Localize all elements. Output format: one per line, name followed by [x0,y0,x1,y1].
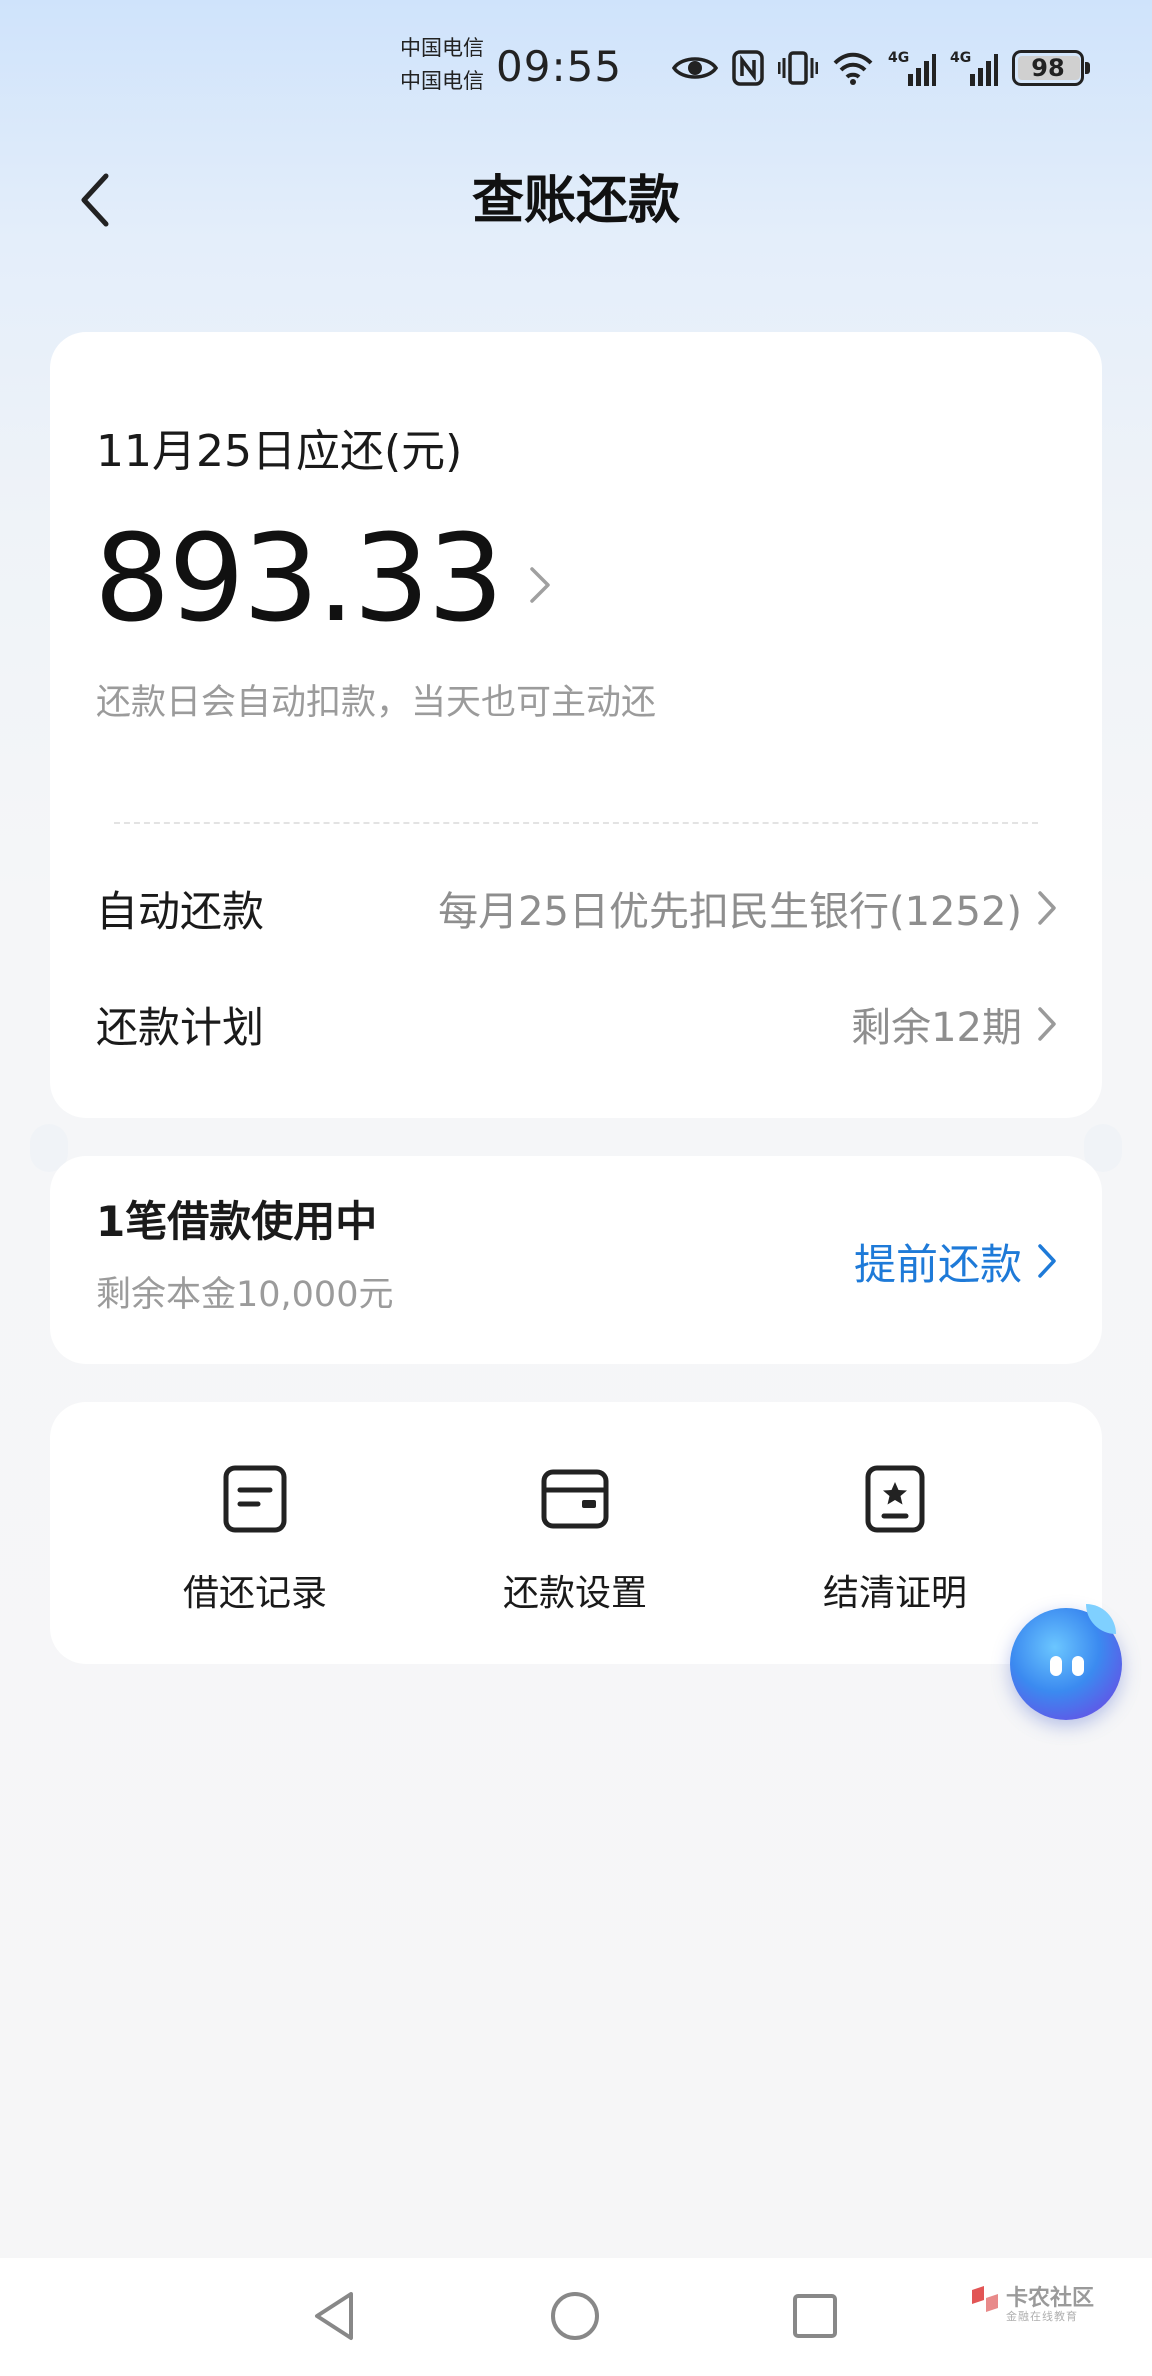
eye-icon [672,57,718,79]
assistant-button[interactable] [1010,1604,1122,1720]
due-date-label: 11月25日应还(元) [96,426,463,477]
action-label: 还款设置 [502,1573,647,1614]
prepay-button[interactable]: 提前还款 [854,1226,1058,1296]
loan-card: 1笔借款使用中 剩余本金10,000元 提前还款 [50,1156,1102,1364]
action-label: 借还记录 [182,1573,327,1614]
svg-text:4G: 4G [888,50,909,66]
action-records[interactable]: 借还记录 [145,1464,365,1624]
svg-text:4G: 4G [950,50,971,66]
chevron-right-icon [1038,891,1056,925]
battery-level: 98 [1031,54,1065,82]
status-time: 09:55 [496,42,623,91]
record-icon [223,1465,287,1533]
chevron-right-icon [530,567,550,603]
due-note: 还款日会自动扣款，当天也可主动还 [96,683,657,723]
watermark-logo-icon [972,2286,998,2312]
due-amount-link[interactable]: 893.33 [94,510,552,650]
ticket-divider [114,822,1038,824]
assistant-tuft [1086,1604,1116,1634]
actions-card: 借还记录 还款设置 结清证明 [50,1402,1102,1664]
certificate-icon [865,1465,925,1533]
auto-repay-value: 每月25日优先扣民生银行(1252) [438,889,1022,935]
status-icons: 4G 4G 98 [672,44,1090,92]
nav-recent-icon[interactable] [785,2286,845,2346]
loan-remaining-principal: 剩余本金10,000元 [96,1275,394,1315]
page-title: 查账还款 [471,171,680,231]
action-label: 结清证明 [822,1573,967,1614]
nav-back-icon[interactable] [305,2286,365,2346]
status-bar: 中国电信 中国电信 09:55 4G 4G 98 [0,0,1152,140]
vibrate-icon [778,51,818,85]
loan-title: 1笔借款使用中 [96,1197,378,1246]
repay-plan-label: 还款计划 [96,1002,265,1052]
watermark-sub: 金融在线教育 [1006,2310,1078,2323]
carrier-2: 中国电信 [400,69,484,93]
repay-plan-value: 剩余12期 [851,1005,1022,1051]
assistant-eye-left [1050,1656,1062,1676]
auto-repay-label: 自动还款 [96,886,265,936]
assistant-eye-right [1072,1656,1084,1676]
prepay-label: 提前还款 [853,1239,1022,1289]
repay-plan-row[interactable]: 还款计划 剩余12期 [96,984,1058,1064]
carrier-1: 中国电信 [400,36,484,60]
signal-4g-icon-2: 4G [950,50,998,86]
wifi-icon [833,52,873,85]
wallet-icon [541,1469,609,1529]
auto-repay-row[interactable]: 自动还款 每月25日优先扣民生银行(1252) [96,868,1058,948]
header: 查账还款 [0,150,1152,250]
nfc-icon [732,50,764,86]
action-repay-settings[interactable]: 还款设置 [465,1464,685,1624]
action-settlement-certificate[interactable]: 结清证明 [785,1464,1005,1624]
signal-4g-icon: 4G [888,50,936,86]
nav-home-icon[interactable] [545,2286,605,2346]
battery-icon: 98 [1012,50,1090,86]
carrier-labels: 中国电信 中国电信 [400,32,484,98]
chevron-right-icon [1038,1007,1056,1041]
system-nav-bar: 卡农社区 金融在线教育 [0,2258,1152,2376]
chevron-right-icon [1038,1244,1056,1278]
due-card: 11月25日应还(元) 893.33 还款日会自动扣款，当天也可主动还 自动还款… [30,332,1122,1172]
due-amount: 893.33 [94,510,504,649]
watermark: 卡农社区 金融在线教育 [968,2278,1098,2338]
